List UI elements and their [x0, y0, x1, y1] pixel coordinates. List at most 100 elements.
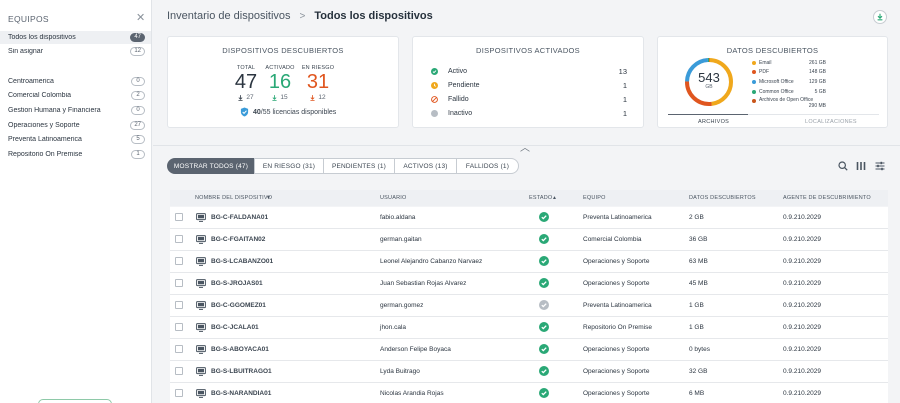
sidebar-item-unassigned[interactable]: Sin asignar 12: [0, 45, 151, 58]
team-name: Repositorio On Premise: [583, 324, 652, 331]
column-data[interactable]: DATOS DESCUBIERTOS: [689, 195, 756, 201]
table-row[interactable]: BG-S-ABOYACA01 Anderson Felipe Boyaca Oper…: [170, 339, 888, 361]
computer-icon: [196, 301, 206, 310]
activated-count: 1: [622, 81, 627, 90]
row-checkbox[interactable]: [175, 323, 183, 331]
device-name[interactable]: BG-S-JROJAS01: [211, 280, 263, 287]
column-device[interactable]: NOMBRE DEL DISPOSITIVO: [195, 195, 272, 201]
table-row[interactable]: BG-C-FGAITAN02 german.gaitan Comercial Col…: [170, 229, 888, 251]
inactive-check-icon: [539, 300, 549, 310]
column-user[interactable]: USUARIO: [380, 195, 406, 201]
row-checkbox[interactable]: [175, 367, 183, 375]
activated-row-inactive[interactable]: Inactivo 1: [431, 108, 627, 119]
column-team[interactable]: EQUIPO: [583, 195, 606, 201]
device-name[interactable]: BG-S-LCABANZO01: [211, 258, 273, 265]
computer-icon: [196, 367, 206, 376]
column-agent[interactable]: AGENTE DE DESCUBRIMIENTO: [783, 195, 871, 201]
download-icon: [272, 94, 277, 101]
activated-row-active[interactable]: Activo 13: [431, 66, 627, 77]
filter-tab-at-risk[interactable]: EN RIESGO (31): [254, 158, 324, 174]
close-icon[interactable]: ✕: [136, 11, 145, 24]
sidebar-item-label: Todos los dispositivos: [8, 34, 76, 41]
legend-dot: [752, 79, 756, 84]
agent-version: 0.9.210.2029: [783, 324, 821, 331]
row-checkbox[interactable]: [175, 279, 183, 287]
shield-icon: [240, 107, 249, 117]
row-checkbox[interactable]: [175, 235, 183, 243]
row-checkbox[interactable]: [175, 389, 183, 397]
computer-icon: [196, 323, 206, 332]
check-circle-icon: [539, 256, 549, 266]
activated-row-failed[interactable]: Fallido 1: [431, 94, 627, 105]
agent-version: 0.9.210.2029: [783, 390, 821, 397]
sidebar-item-all-devices[interactable]: Todos los dispositivos 47: [0, 31, 151, 44]
table-row[interactable]: BG-S-JROJAS01 Juan Sebastian Rojas Alvare…: [170, 273, 888, 295]
user-name: fabio.aldana: [380, 214, 416, 221]
stat-sub-value: 12: [318, 94, 326, 101]
team-name: Preventa Latinoamerica: [583, 302, 652, 309]
filter-tab-active[interactable]: ACTIVOS (13): [394, 158, 457, 174]
sidebar-item-count: 27: [130, 121, 145, 130]
legend-item: Email 261 GB: [752, 58, 826, 67]
device-name[interactable]: BG-C-GGOMEZ01: [211, 302, 266, 309]
column-status[interactable]: ESTADO: [529, 195, 552, 201]
collapse-chevron-up-icon[interactable]: ︿: [520, 139, 530, 154]
search-icon[interactable]: [838, 161, 848, 171]
legend-label: Microsoft Office: [759, 78, 794, 85]
download-button[interactable]: [873, 10, 887, 24]
user-name: Lyda Buitrago: [380, 368, 420, 375]
device-name[interactable]: BG-C-FGAITAN02: [211, 236, 265, 243]
device-name[interactable]: BG-S-NARANDIA01: [211, 390, 271, 397]
sort-down-icon[interactable]: ▼: [266, 195, 271, 201]
donut-total: 543: [698, 70, 720, 85]
user-name: german.gaitan: [380, 236, 422, 243]
activated-label: Activo: [448, 68, 468, 75]
activated-label: Inactivo: [448, 110, 473, 117]
row-checkbox[interactable]: [175, 345, 183, 353]
sidebar-item-label: Preventa Latinoamerica: [8, 136, 82, 143]
computer-icon: [196, 279, 206, 288]
filter-tab-failed[interactable]: FALLIDOS (1): [456, 158, 519, 174]
inactive-circle-icon: [431, 110, 438, 117]
sidebar-item-preventa[interactable]: Preventa Latinoamerica 5: [0, 133, 151, 146]
sidebar-item-label: Centroamerica: [8, 78, 54, 85]
filter-tab-pending[interactable]: PENDIENTES (1): [323, 158, 395, 174]
breadcrumb-root[interactable]: Inventario de dispositivos: [167, 10, 291, 22]
table-row[interactable]: BG-S-LCABANZO01 Leonel Alejandro Cabanzo …: [170, 251, 888, 273]
data-size: 1 GB: [689, 302, 704, 309]
device-name[interactable]: BG-S-ABOYACA01: [211, 346, 269, 353]
table-row[interactable]: BG-S-NARANDIA01 Nicolas Arandia Rojas Oper…: [170, 383, 888, 403]
device-name[interactable]: BG-S-LBUITRAGO1: [211, 368, 272, 375]
filter-tab-all[interactable]: MOSTRAR TODOS (47): [167, 158, 255, 174]
add-team-button[interactable]: [38, 399, 112, 403]
sidebar-item-centroamerica[interactable]: Centroamerica 0: [0, 75, 151, 88]
main-panel: Inventario de dispositivos > Todos los dis…: [153, 0, 900, 403]
sidebar-item-gestion-humana[interactable]: Gestion Humana y Financiera 0: [0, 104, 151, 117]
table-row[interactable]: BG-C-JCALA01 jhon.cala Repositorio On Prem…: [170, 317, 888, 339]
tab-locations[interactable]: LOCALIZACIONES: [805, 119, 857, 125]
team-name: Preventa Latinoamerica: [583, 214, 652, 221]
table-row[interactable]: BG-S-LBUITRAGO1 Lyda Buitrago Operaciones …: [170, 361, 888, 383]
table-header: NOMBRE DEL DISPOSITIVO ▼ USUARIO ESTADO …: [170, 190, 888, 206]
row-checkbox[interactable]: [175, 213, 183, 221]
user-name: jhon.cala: [380, 324, 407, 331]
activated-label: Fallido: [448, 96, 469, 103]
agent-version: 0.9.210.2029: [783, 258, 821, 265]
filter-sliders-icon[interactable]: [875, 161, 885, 171]
device-name[interactable]: BG-C-JCALA01: [211, 324, 259, 331]
sidebar-item-operaciones[interactable]: Operaciones y Soporte 27: [0, 119, 151, 132]
sidebar-item-repositorio[interactable]: Repositorio On Premise 1: [0, 148, 151, 161]
sidebar-item-count: 0: [131, 106, 145, 115]
tab-files[interactable]: ARCHIVOS: [698, 119, 729, 125]
legend-item: Common Office 5 GB: [752, 87, 826, 96]
table-row[interactable]: BG-C-GGOMEZ01 german.gomez Preventa Latino…: [170, 295, 888, 317]
device-name[interactable]: BG-C-FALDANA01: [211, 214, 268, 221]
table-row[interactable]: BG-C-FALDANA01 fabio.aldana Preventa Latin…: [170, 207, 888, 229]
columns-icon[interactable]: [856, 161, 866, 171]
row-checkbox[interactable]: [175, 257, 183, 265]
sort-up-icon[interactable]: ▲: [552, 195, 557, 201]
activated-row-pending[interactable]: Pendiente 1: [431, 80, 627, 91]
sidebar-item-comercial-colombia[interactable]: Comercial Colombia 2: [0, 89, 151, 102]
row-checkbox[interactable]: [175, 301, 183, 309]
check-circle-icon: [539, 366, 549, 376]
